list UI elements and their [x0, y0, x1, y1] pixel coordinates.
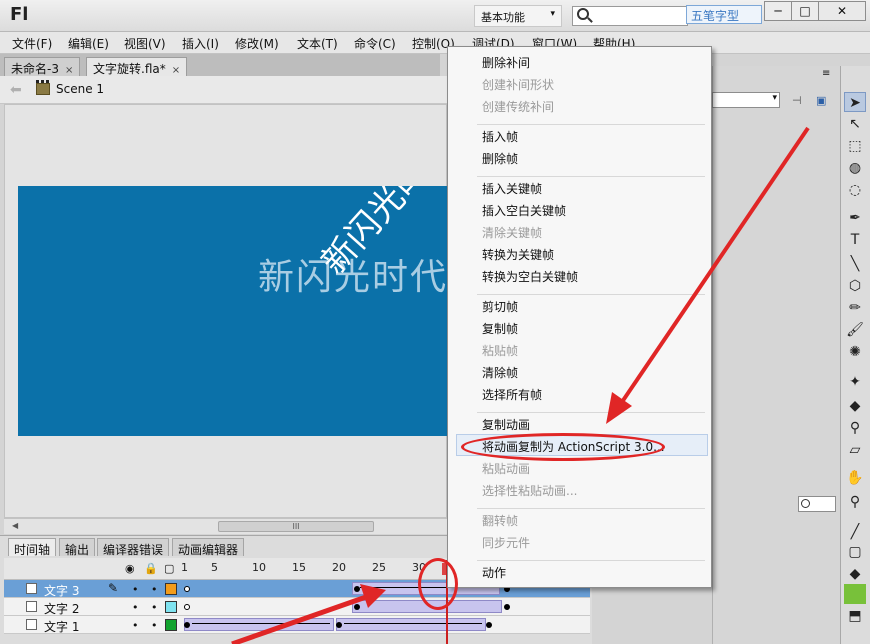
annotation-arrow-timeline [231, 584, 386, 644]
annotation-arrows [231, 126, 810, 644]
annotation-arrow-menu [606, 126, 810, 424]
